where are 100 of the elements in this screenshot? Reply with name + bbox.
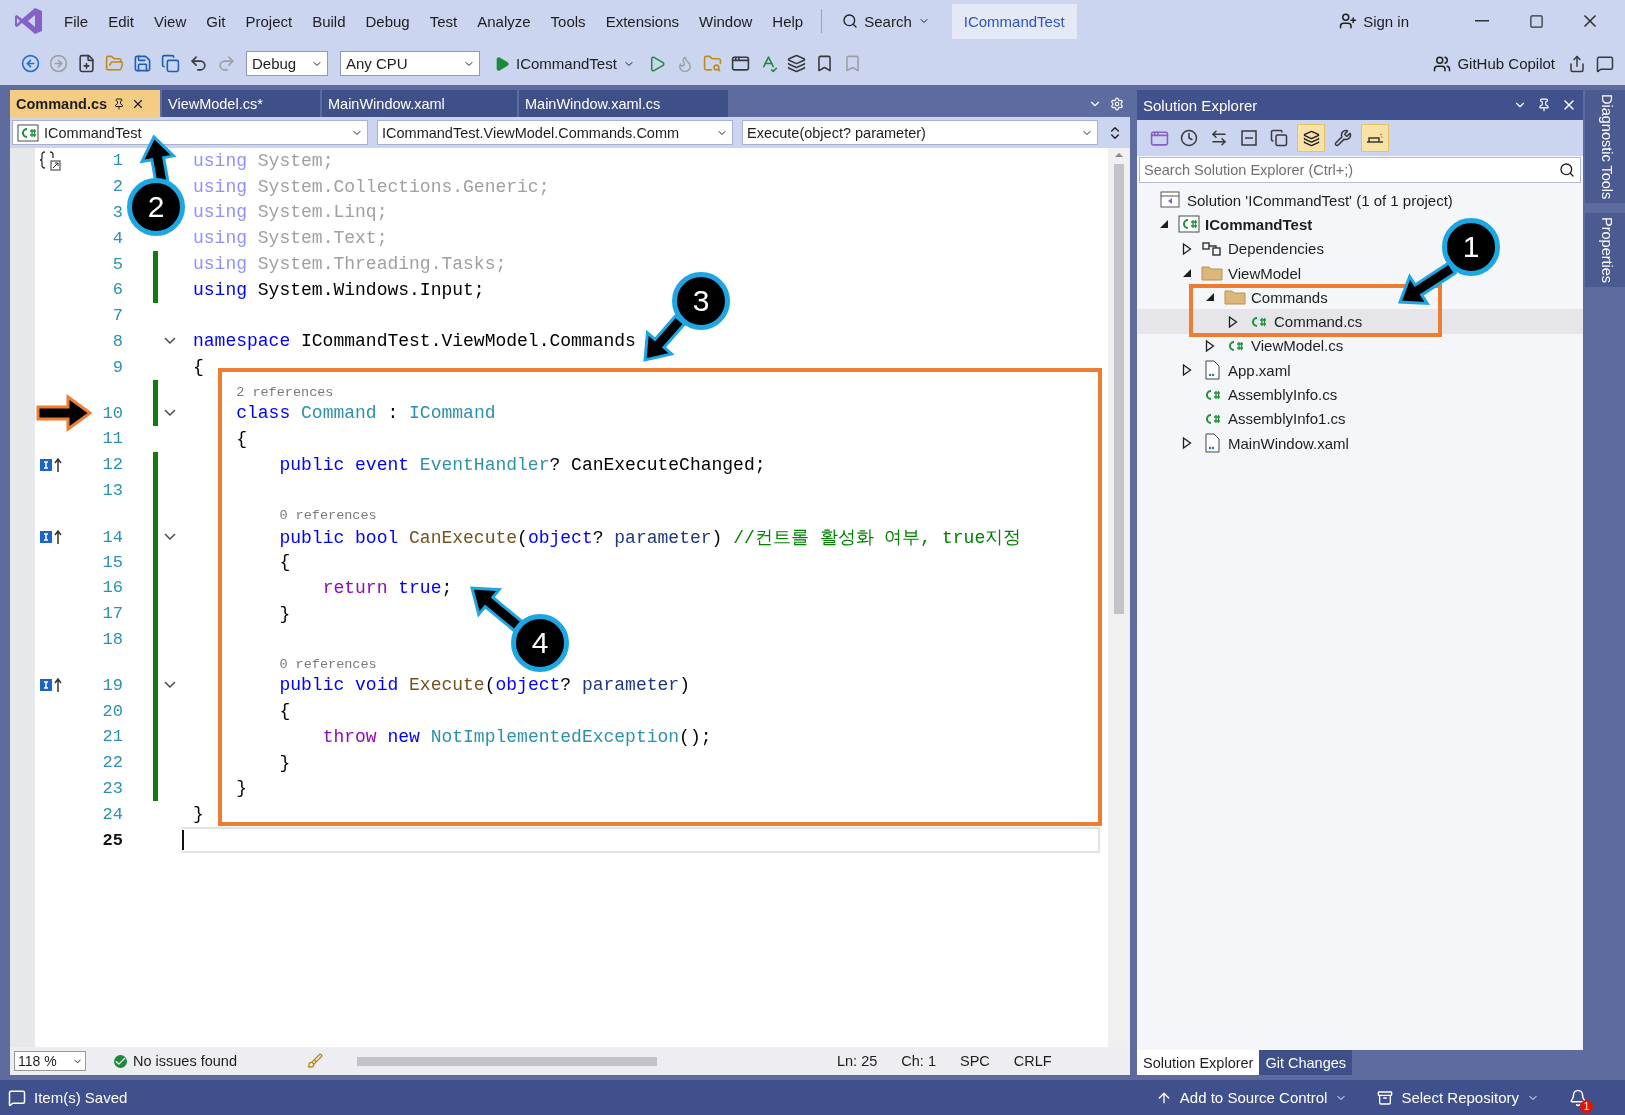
- select-repository-button[interactable]: Select Repository: [1377, 1089, 1539, 1106]
- tree-item[interactable]: MainWindow.xaml: [1228, 434, 1349, 452]
- collapsed-arrow-icon[interactable]: [1182, 437, 1192, 450]
- menu-item[interactable]: Help: [762, 12, 814, 30]
- scrollbar-thumb[interactable]: [1114, 164, 1124, 614]
- zoom-dropdown[interactable]: 118 %: [14, 1051, 86, 1071]
- panel-tab[interactable]: Git Changes: [1259, 1050, 1353, 1075]
- check-icon: [114, 1054, 127, 1068]
- code-line: using System;: [193, 150, 334, 171]
- app-logo-icon: [14, 6, 44, 36]
- menu-item[interactable]: Project: [235, 12, 303, 30]
- menu-item[interactable]: Extensions: [595, 12, 689, 30]
- line-number: 15: [102, 552, 123, 572]
- issues-status[interactable]: No issues found: [114, 1053, 237, 1069]
- implementation-icon[interactable]: [39, 456, 63, 473]
- implementation-icon[interactable]: [39, 677, 63, 694]
- preview-icon: [1366, 133, 1384, 143]
- document-tab[interactable]: MainWindow.xaml.cs: [519, 90, 728, 117]
- sign-in-button[interactable]: Sign in: [1333, 11, 1415, 31]
- menu-item[interactable]: View: [144, 12, 197, 30]
- play-icon: [494, 55, 510, 72]
- pin-icon[interactable]: [1537, 98, 1551, 112]
- tree-item[interactable]: Solution 'ICommandTest' (1 of 1 project): [1187, 191, 1453, 209]
- line-number: 17: [102, 604, 123, 624]
- type-dropdown[interactable]: ICommandTest.ViewModel.Commands.Comm: [377, 120, 733, 145]
- project-dropdown[interactable]: ICommandTest: [12, 120, 368, 145]
- vertical-scrollbar[interactable]: [1108, 148, 1130, 1047]
- collapsed-arrow-icon[interactable]: [1228, 315, 1238, 328]
- collapse-chevron-icon[interactable]: [164, 409, 176, 418]
- menu-item[interactable]: File: [54, 12, 99, 30]
- menu-item[interactable]: Analyze: [467, 12, 541, 30]
- platform-dropdown[interactable]: Any CPU: [340, 51, 480, 76]
- configuration-dropdown[interactable]: Debug: [246, 51, 328, 76]
- panel-title: Solution Explorer: [1143, 96, 1259, 114]
- line-number: 13: [102, 480, 123, 500]
- collapsed-arrow-icon[interactable]: [1182, 242, 1192, 255]
- document-tab[interactable]: MainWindow.xaml: [322, 90, 517, 117]
- menu-item[interactable]: Edit: [98, 12, 145, 30]
- search-button[interactable]: Search: [830, 12, 942, 30]
- search-field[interactable]: Search Solution Explorer (Ctrl+;): [1139, 157, 1581, 183]
- expanded-arrow-icon[interactable]: [1182, 268, 1192, 279]
- member-dropdown[interactable]: Execute(object? parameter): [742, 120, 1098, 145]
- panel-tab[interactable]: Solution Explorer: [1137, 1050, 1260, 1075]
- code-line: return true;: [322, 577, 453, 598]
- collapsed-arrow-icon[interactable]: [1182, 364, 1192, 377]
- code-line: {: [279, 552, 291, 573]
- folder-icon: [1201, 264, 1223, 283]
- tree-item[interactable]: Dependencies: [1228, 240, 1324, 258]
- document-tab[interactable]: Command.cs: [10, 90, 160, 117]
- brush-icon[interactable]: [307, 1053, 323, 1069]
- code-line: public event EventHandler? CanExecuteChanged;: [279, 454, 766, 475]
- code-line: using System.Threading.Tasks;: [193, 254, 507, 275]
- menu-item[interactable]: Build: [302, 12, 356, 30]
- line-ending-indicator: CRLF: [1013, 1053, 1052, 1069]
- line-number: 2: [112, 177, 123, 197]
- start-button[interactable]: ICommandTest: [488, 55, 641, 72]
- reference-count[interactable]: 0 references: [279, 656, 377, 672]
- line-number: 20: [102, 701, 123, 721]
- tree-item[interactable]: AssemblyInfo1.cs: [1228, 410, 1346, 428]
- collapse-chevron-icon[interactable]: [164, 337, 176, 346]
- preview-button[interactable]: [1361, 124, 1389, 152]
- menu-item[interactable]: Test: [419, 12, 468, 30]
- menu-item[interactable]: Git: [196, 12, 236, 30]
- expanded-arrow-icon[interactable]: [1205, 292, 1215, 303]
- collapsed-arrow-icon[interactable]: [1205, 339, 1215, 352]
- menu-item[interactable]: Debug: [355, 12, 420, 30]
- menu-item[interactable]: Tools: [540, 12, 596, 30]
- scroll-up-icon[interactable]: [1114, 152, 1124, 158]
- code-line: public void Execute(object? parameter): [279, 675, 690, 696]
- copilot-button[interactable]: GitHub Copilot: [1427, 54, 1561, 73]
- line-number: 9: [112, 357, 123, 377]
- tree-item[interactable]: App.xaml: [1228, 361, 1291, 379]
- expanded-arrow-icon[interactable]: [1159, 219, 1169, 230]
- line-number: 16: [102, 578, 123, 598]
- message-icon: [8, 1088, 26, 1107]
- side-tab[interactable]: Properties: [1585, 213, 1625, 288]
- tree-item[interactable]: ICommandTest: [1205, 215, 1313, 233]
- side-tab[interactable]: Diagnostic Tools: [1585, 90, 1625, 204]
- tree-item[interactable]: ViewModel.cs: [1251, 337, 1344, 355]
- line-number: 5: [112, 254, 123, 274]
- scrollbar-thumb[interactable]: [357, 1056, 657, 1066]
- tree-item[interactable]: Commands: [1251, 288, 1328, 306]
- collapse-chevron-icon[interactable]: [164, 533, 176, 542]
- menu-item[interactable]: Window: [689, 12, 763, 30]
- code-line: using System.Linq;: [193, 202, 388, 223]
- show-all-files-icon[interactable]: [1297, 124, 1325, 152]
- selected-tree-row[interactable]: Command.cs: [1137, 309, 1583, 334]
- add-to-source-control-button[interactable]: Add to Source Control: [1155, 1089, 1348, 1106]
- settings-icon[interactable]: [1110, 96, 1124, 111]
- tree-item[interactable]: Command.cs: [1274, 313, 1363, 331]
- collapse-chevron-icon[interactable]: [164, 681, 176, 690]
- search-icon[interactable]: [1559, 162, 1575, 178]
- tree-item[interactable]: ViewModel: [1228, 264, 1302, 282]
- reference-count[interactable]: 0 references: [279, 507, 377, 523]
- document-tab[interactable]: ViewModel.cs*: [162, 90, 320, 117]
- line-number: 11: [102, 429, 123, 449]
- tree-item[interactable]: AssemblyInfo.cs: [1228, 386, 1338, 403]
- implementation-icon[interactable]: [39, 529, 63, 546]
- reference-count[interactable]: 2 references: [236, 384, 334, 400]
- pin-icon[interactable]: [113, 97, 126, 110]
